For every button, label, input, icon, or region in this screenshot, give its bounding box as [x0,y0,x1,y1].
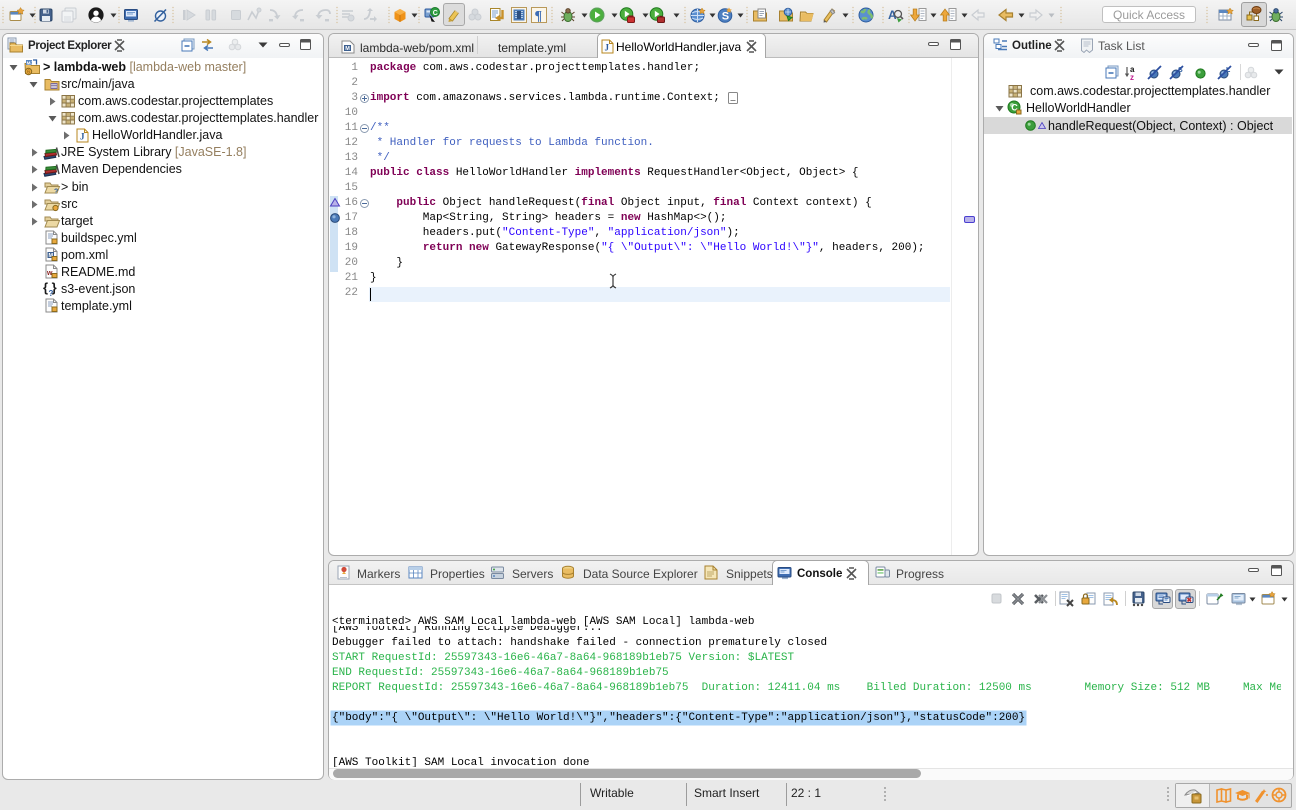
svg-text:¶: ¶ [535,9,543,24]
svg-text:MJ: MJ [27,60,34,65]
svg-text:C: C [433,10,438,17]
svg-text:?: ? [49,289,54,298]
svg-text:?: ? [54,189,58,196]
svg-text:J: J [80,132,85,142]
svg-text:z: z [1130,73,1134,82]
svg-text:A: A [888,8,897,22]
svg-text:6: 6 [27,69,30,75]
svg-text:J: J [605,43,610,53]
svg-text:M: M [345,46,350,52]
